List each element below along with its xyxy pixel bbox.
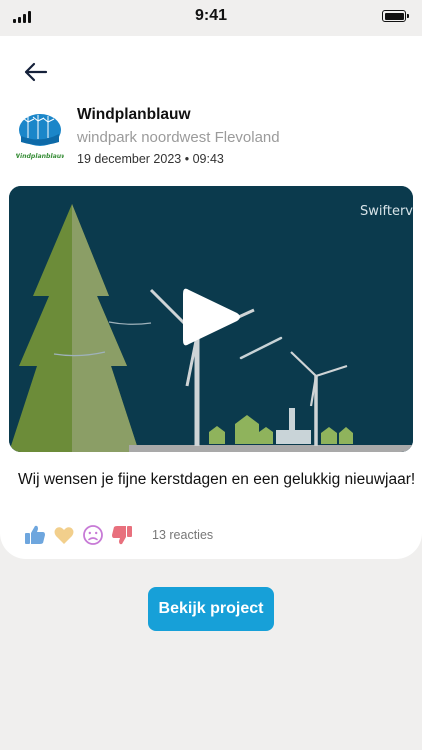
heart-icon[interactable] xyxy=(53,524,75,546)
post-message: Wij wensen je fijne kerstdagen en een ge… xyxy=(18,471,416,488)
reaction-bar: 13 reacties xyxy=(24,524,213,546)
thumbs-up-icon[interactable] xyxy=(24,524,46,546)
play-icon[interactable] xyxy=(179,284,243,350)
battery-icon xyxy=(382,10,409,22)
back-arrow-icon[interactable] xyxy=(22,60,50,84)
publisher-name[interactable]: Windplanblauw xyxy=(77,106,191,124)
sad-face-icon[interactable] xyxy=(82,524,104,546)
publisher-logo: Windplanblauw xyxy=(13,112,67,160)
video-player[interactable]: Swifterv xyxy=(9,186,413,452)
view-project-button[interactable]: Bekijk project xyxy=(148,587,274,631)
status-bar: 9:41 xyxy=(0,0,422,36)
thumbs-down-icon[interactable] xyxy=(111,524,133,546)
svg-text:Windplanblauw: Windplanblauw xyxy=(16,153,64,160)
post-card: Windplanblauw Windplanblauw windpark noo… xyxy=(0,36,422,559)
post-date: 19 december 2023 • 09:43 xyxy=(77,152,224,166)
reaction-count[interactable]: 13 reacties xyxy=(152,528,213,542)
video-watermark: Swifterv xyxy=(360,204,413,219)
status-time: 9:41 xyxy=(194,7,228,24)
publisher-subtitle: windpark noordwest Flevoland xyxy=(77,129,280,146)
